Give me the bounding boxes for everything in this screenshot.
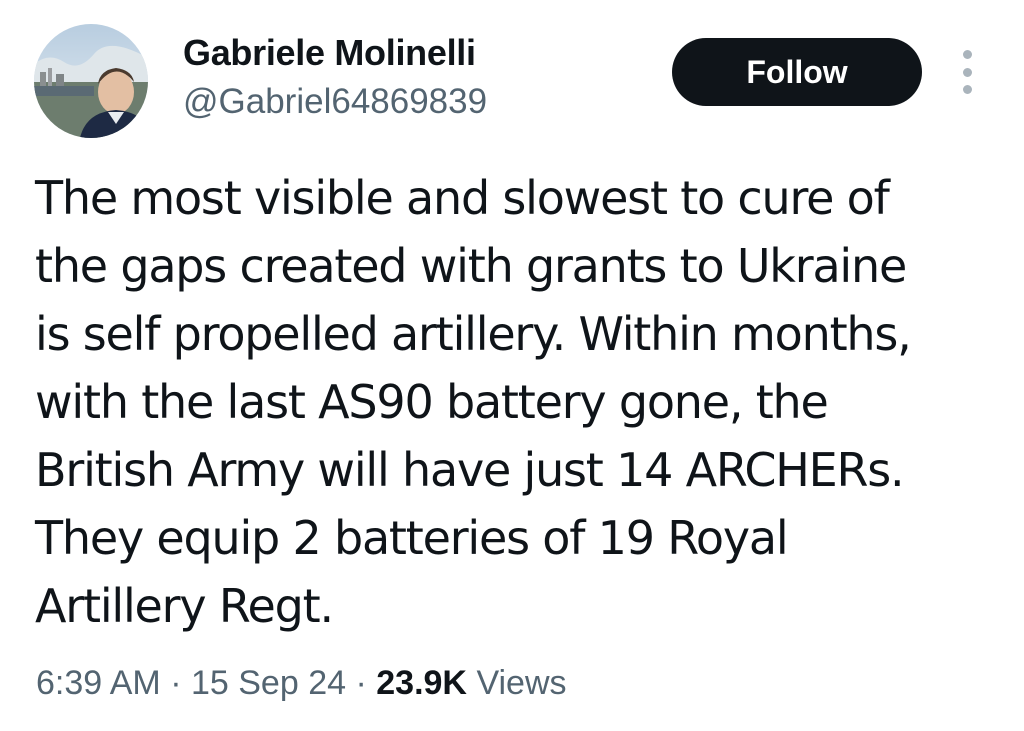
tweet-date[interactable]: 15 Sep 24 (191, 664, 346, 702)
dot-icon (962, 85, 972, 94)
tweet-text-line: with the last AS90 battery gone, the (35, 375, 829, 429)
avatar[interactable] (34, 24, 148, 138)
tweet-time[interactable]: 6:39 AM (36, 664, 161, 702)
follow-button[interactable]: Follow (672, 38, 922, 106)
author-display-name[interactable]: Gabriele Molinelli (183, 32, 476, 74)
meta-separator: · (170, 664, 182, 702)
tweet-text-line: They equip 2 batteries of 19 Royal (35, 511, 789, 565)
tweet-text-line: Artillery Regt. (35, 579, 334, 633)
views-label: Views (476, 664, 567, 702)
avatar-photo (34, 24, 148, 138)
tweet-text-line: The most visible and slowest to cure of (35, 171, 890, 225)
tweet-card: Gabriele Molinelli @Gabriel64869839 Foll… (0, 0, 1024, 731)
meta-separator: · (355, 664, 367, 702)
dot-icon (962, 50, 972, 59)
tweet-meta: 6:39 AM · 15 Sep 24 · 23.9K Views (36, 664, 567, 703)
tweet-text: The most visible and slowest to cure of … (35, 164, 995, 640)
tweet-text-line: the gaps created with grants to Ukraine (35, 239, 907, 293)
more-vertical-icon[interactable] (952, 50, 982, 94)
tweet-text-line: is self propelled artillery. Within mont… (35, 307, 912, 361)
dot-icon (962, 67, 972, 77)
tweet-text-line: British Army will have just 14 ARCHERs. (35, 443, 905, 497)
views-count: 23.9K (376, 664, 467, 702)
author-handle[interactable]: @Gabriel64869839 (183, 82, 487, 122)
